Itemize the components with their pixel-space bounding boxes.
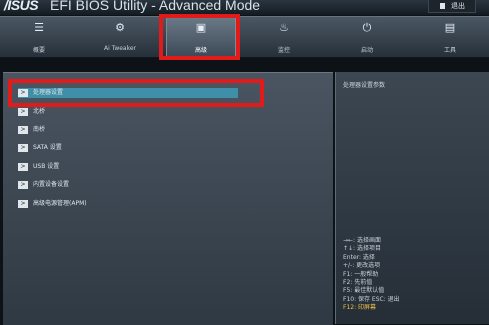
tab-label: 启动 xyxy=(360,47,373,54)
tab-label: 监控 xyxy=(277,47,290,54)
key-help: →←: 选择画面 ↑↓: 选择项目 Enter: 选择 +/-: 更改选项 F1… xyxy=(343,237,400,313)
help-line: Enter: 选择 xyxy=(343,253,375,261)
tweaker-icon: ⚙ xyxy=(115,21,125,34)
help-panel: 处理器设置参数 →←: 选择画面 ↑↓: 选择项目 Enter: 选择 +/-:… xyxy=(335,72,489,324)
help-line: F5: 最佳默认值 xyxy=(343,287,385,295)
menu-item-onboard-devices[interactable]: > 内置设备设置 xyxy=(18,180,238,190)
menu-item-usb[interactable]: > USB 设置 xyxy=(18,162,238,172)
help-line: F12: 印屏幕 xyxy=(343,304,377,312)
exit-label: 退出 xyxy=(451,2,465,10)
arrow-right-icon: > xyxy=(18,181,28,189)
arrow-right-icon: > xyxy=(18,200,28,208)
arrow-right-icon: > xyxy=(18,163,28,171)
menu-item-label: 内置设备设置 xyxy=(33,181,70,188)
arrow-right-icon: > xyxy=(18,108,28,116)
brand-logo: /ISUS xyxy=(4,0,39,13)
tab-ai-tweaker[interactable]: ⚙ Ai Tweaker xyxy=(86,17,154,57)
item-description: 处理器设置参数 xyxy=(343,82,386,89)
arrow-right-icon: > xyxy=(18,126,28,134)
help-line: F1: 一般帮助 xyxy=(343,270,379,278)
tab-label: 概要 xyxy=(32,47,45,54)
title-bar: /ISUS EFI BIOS Utility - Advanced Mode 退… xyxy=(0,0,489,15)
tools-icon: ▤ xyxy=(444,21,456,34)
arrow-right-icon: > xyxy=(18,144,28,152)
tab-boot[interactable]: ⏻ 启动 xyxy=(333,17,401,57)
menu-item-label: 南桥 xyxy=(33,126,46,133)
help-line: +/-: 更改选项 xyxy=(343,262,381,270)
window-title: EFI BIOS Utility - Advanced Mode xyxy=(50,0,261,13)
menu-item-northbridge[interactable]: > 北桥 xyxy=(18,107,238,117)
list-icon: ☰ xyxy=(34,21,44,34)
menu-item-label: USB 设置 xyxy=(33,163,60,170)
exit-icon xyxy=(440,3,445,9)
settings-panel: > 处理器设置 > 北桥 > 南桥 > SATA 设置 > USB 设置 > 内… xyxy=(3,72,333,325)
menu-item-label: SATA 设置 xyxy=(33,144,62,151)
menu-highlight-box xyxy=(8,79,264,107)
menu-item-sata[interactable]: > SATA 设置 xyxy=(18,143,238,153)
help-line: ↑↓: 选择项目 xyxy=(343,245,381,253)
monitor-icon: ♨ xyxy=(279,21,289,34)
exit-button[interactable]: 退出 xyxy=(428,0,476,13)
tab-highlight-box xyxy=(159,14,240,60)
menu-item-label: 北桥 xyxy=(33,108,46,115)
tab-label: Ai Tweaker xyxy=(103,45,137,52)
menu-item-southbridge[interactable]: > 南桥 xyxy=(18,125,238,135)
tab-tools[interactable]: ▤ 工具 xyxy=(416,17,484,57)
power-icon: ⏻ xyxy=(362,21,372,34)
menu-item-apm[interactable]: > 高级电源管理(APM) xyxy=(18,199,238,209)
tab-main[interactable]: ☰ 概要 xyxy=(5,17,73,57)
help-line: F10: 保存 ESC: 退出 xyxy=(343,295,400,303)
tab-bar: ☰ 概要 ⚙ Ai Tweaker ▣ 高级 ♨ 监控 ⏻ 启动 ▤ 工具 xyxy=(0,16,489,58)
tab-monitor[interactable]: ♨ 监控 xyxy=(250,17,318,57)
tab-label: 工具 xyxy=(443,47,456,54)
menu-item-label: 高级电源管理(APM) xyxy=(33,200,87,207)
